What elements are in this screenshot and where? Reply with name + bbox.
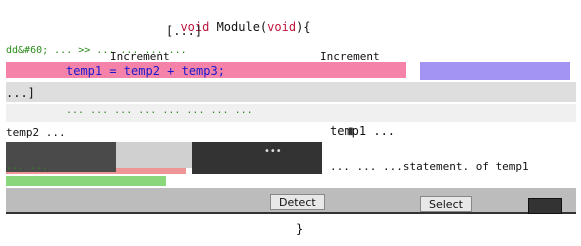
signature-end: ){ (296, 20, 311, 34)
green-strip (6, 176, 166, 186)
keyword-void-arg: void (267, 20, 297, 34)
ellipsis-line: [...] (166, 24, 203, 38)
select-button[interactable]: Select (420, 196, 472, 212)
cursor-icon: ▮ (348, 126, 354, 137)
temp-line-right: temp1 ... (330, 124, 396, 138)
small-dark-button[interactable] (528, 198, 562, 214)
ellipsis-icon: ••• (264, 146, 282, 157)
right-comment: ... ... ...statement. of temp1 (330, 160, 529, 173)
increment-label-right: Increment (320, 50, 380, 63)
increment-label-left: Increment (110, 50, 170, 63)
detect-button[interactable]: Detect (270, 194, 325, 210)
bottom-line (6, 212, 576, 214)
dark-panel (192, 142, 322, 174)
violet-highlight-band (420, 62, 570, 80)
case-line: ... ... (6, 161, 49, 172)
bracket-line: ...] (6, 86, 35, 100)
long-comment: ... ... ... ... ... ... ... ... (66, 105, 253, 116)
gray-panel (116, 142, 192, 168)
assign-line: temp1 = temp2 + temp3; (66, 64, 225, 78)
temp-line-left: temp2 ... (6, 126, 66, 139)
function-name: Module( (209, 20, 268, 34)
closing-brace: } (296, 222, 304, 236)
gray-band-1 (6, 82, 576, 102)
